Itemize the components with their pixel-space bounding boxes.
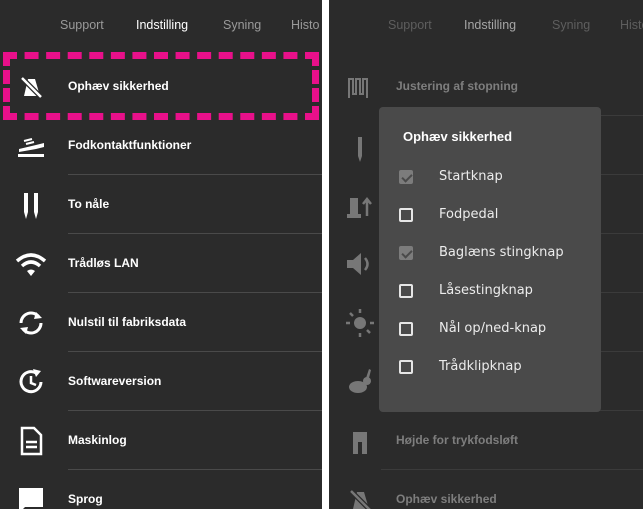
speaker-icon <box>343 247 377 281</box>
settings-screen-left: Support Indstilling Syning Histo Ophæv s… <box>0 0 322 509</box>
brightness-icon <box>343 306 377 340</box>
menu-item-label: Justering af stopning <box>396 79 519 93</box>
safety-off-icon <box>343 483 377 509</box>
menu-item-wireless-lan[interactable]: Trådløs LAN <box>0 235 322 293</box>
divider <box>68 469 322 470</box>
presser-height-icon <box>343 424 377 458</box>
presser-foot-icon <box>343 188 377 222</box>
divider <box>68 292 322 293</box>
checkbox-checked[interactable] <box>399 246 413 260</box>
tab-indstilling[interactable]: Indstilling <box>136 18 188 32</box>
safety-off-dialog: Ophæv sikkerhed Startknap Fodpedal Baglæ… <box>379 107 601 412</box>
menu-item-label: Nulstil til fabriksdata <box>68 315 187 329</box>
menu-item-label: Sprog <box>68 492 103 506</box>
tab-historik[interactable]: Histo <box>620 18 643 32</box>
checkbox[interactable] <box>399 322 413 336</box>
menu-item-language[interactable]: Sprog <box>0 471 322 509</box>
divider <box>68 351 322 352</box>
menu-item-twin-needle[interactable]: To nåle <box>0 176 322 234</box>
option-lock-stitch-button[interactable]: Låsestingknap <box>399 279 589 305</box>
software-update-icon <box>14 365 48 399</box>
menu-item-factory-reset[interactable]: Nulstil til fabriksdata <box>0 294 322 352</box>
tab-syning[interactable]: Syning <box>223 18 261 32</box>
option-label: Trådklipknap <box>439 359 522 374</box>
checkbox[interactable] <box>399 284 413 298</box>
divider <box>68 174 322 175</box>
darning-icon <box>343 70 377 104</box>
divider <box>381 469 643 470</box>
menu-item-software-version[interactable]: Softwareversion <box>0 353 322 411</box>
option-label: Fodpedal <box>439 207 499 222</box>
menu-item-safety-off[interactable]: Ophæv sikkerhed <box>329 471 643 509</box>
checkbox-checked[interactable] <box>399 170 413 184</box>
menu-item-presser-lift-height[interactable]: Højde for trykfodsløft <box>329 412 643 470</box>
menu-item-machine-log[interactable]: Maskinlog <box>0 412 322 470</box>
tab-indstilling[interactable]: Indstilling <box>464 18 516 32</box>
tab-bar: Support Indstilling Syning Histo <box>0 0 322 50</box>
speech-bubble-icon <box>14 483 48 509</box>
option-label: Baglæns stingknap <box>439 245 564 260</box>
option-start-button[interactable]: Startknap <box>399 165 589 191</box>
settings-screen-right: Support Indstilling Syning Histo Justeri… <box>329 0 643 509</box>
menu-item-label: Fodkontaktfunktioner <box>68 138 192 152</box>
rabbit-icon <box>343 365 377 399</box>
menu-item-label: Maskinlog <box>68 433 127 447</box>
dialog-title: Ophæv sikkerhed <box>403 129 513 144</box>
foot-control-icon <box>14 129 48 163</box>
tab-support[interactable]: Support <box>60 18 104 32</box>
menu-item-label: Trådløs LAN <box>68 256 139 270</box>
option-thread-cutter-button[interactable]: Trådklipknap <box>399 355 589 381</box>
menu-item-foot-control[interactable]: Fodkontaktfunktioner <box>0 117 322 175</box>
needle-icon <box>343 129 377 163</box>
wifi-icon <box>14 247 48 281</box>
tab-support[interactable]: Support <box>388 18 432 32</box>
twin-needle-icon <box>14 188 48 222</box>
option-label: Nål op/ned-knap <box>439 321 547 336</box>
checkbox[interactable] <box>399 360 413 374</box>
divider <box>68 410 322 411</box>
menu-item-label: To nåle <box>68 197 110 211</box>
divider <box>68 233 322 234</box>
document-icon <box>14 424 48 458</box>
option-foot-pedal[interactable]: Fodpedal <box>399 203 589 229</box>
checkbox[interactable] <box>399 208 413 222</box>
highlight-frame <box>3 52 319 120</box>
tab-historik[interactable]: Histo <box>291 18 319 32</box>
menu-item-label: Softwareversion <box>68 374 162 388</box>
tab-syning[interactable]: Syning <box>552 18 590 32</box>
reset-icon <box>14 306 48 340</box>
option-label: Startknap <box>439 169 503 184</box>
menu-item-label: Ophæv sikkerhed <box>396 492 497 506</box>
option-label: Låsestingknap <box>439 283 533 298</box>
tab-bar: Support Indstilling Syning Histo <box>329 0 643 50</box>
menu-item-label: Højde for trykfodsløft <box>396 433 518 447</box>
option-needle-up-down-button[interactable]: Nål op/ned-knap <box>399 317 589 343</box>
option-reverse-stitch-button[interactable]: Baglæns stingknap <box>399 241 589 267</box>
